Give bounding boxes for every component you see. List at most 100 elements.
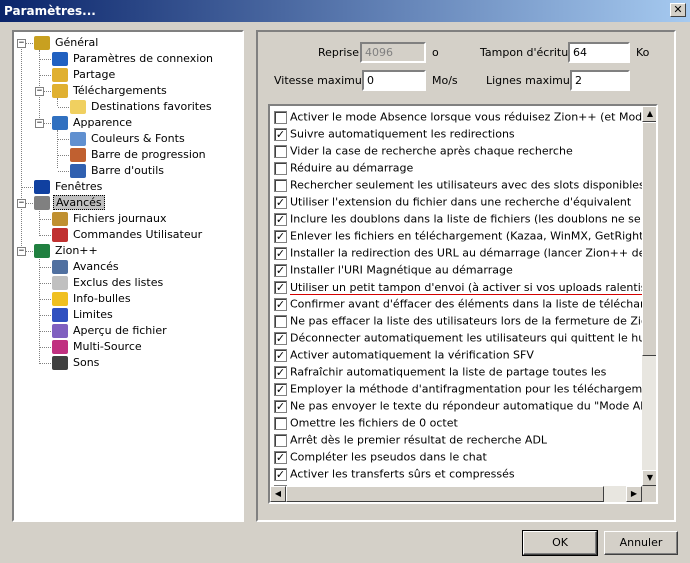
option-checkbox[interactable] (274, 297, 287, 311)
tree-item[interactable]: Barre d'outils (70, 163, 166, 179)
tree-item[interactable]: Fenêtres (34, 179, 104, 195)
tree-item[interactable]: Aperçu de fichier (52, 323, 169, 339)
option-label: Employer la méthode d'antifragmentation … (290, 382, 658, 396)
tree-item[interactable]: Apparence (52, 115, 134, 131)
tree-item[interactable]: Destinations favorites (70, 99, 214, 115)
option-checkbox[interactable] (274, 450, 287, 464)
option-row[interactable]: Inclure les doublons dans la liste de fi… (274, 210, 656, 227)
tree-line (40, 235, 51, 236)
tree-item[interactable]: Fichiers journaux (52, 211, 168, 227)
tree-item[interactable]: Sons (52, 355, 101, 371)
tree-item[interactable]: Général (34, 35, 100, 51)
option-row[interactable]: Vider la case de recherche après chaque … (274, 142, 573, 159)
option-row[interactable]: Utiliser un petit tampon d'envoi (à acti… (274, 278, 656, 295)
option-label: Inclure les doublons dans la liste de fi… (290, 212, 656, 226)
tree-item[interactable]: Avancés (34, 195, 105, 211)
reprise-unit: o (432, 46, 439, 59)
lignes-label: Lignes maximum (486, 74, 581, 87)
tree-item-label: Fichiers journaux (73, 212, 167, 225)
tree-item-label: Paramètres de connexion (73, 52, 214, 65)
option-checkbox[interactable] (274, 467, 287, 481)
option-row[interactable]: Employer la méthode d'antifragmentation … (274, 380, 658, 397)
option-row[interactable]: Activer le mode Absence lorsque vous réd… (274, 108, 656, 125)
tooltip-icon (52, 292, 68, 306)
vertical-scrollbar[interactable]: ▲ ▼ (642, 106, 656, 486)
option-checkbox[interactable] (274, 229, 287, 243)
reprise-label: Reprise (318, 46, 359, 59)
option-row[interactable]: Ne pas envoyer le texte du répondeur aut… (274, 397, 656, 414)
tampon-label: Tampon d'écriture (480, 46, 580, 59)
tree-item[interactable]: Info-bulles (52, 291, 133, 307)
option-checkbox[interactable] (274, 263, 287, 277)
tree-item[interactable]: Avancés (52, 259, 121, 275)
collapse-icon[interactable]: − (17, 247, 26, 256)
tree-line (40, 363, 51, 364)
wrench-icon (52, 228, 68, 242)
option-checkbox[interactable] (274, 110, 287, 124)
tree-item[interactable]: Limites (52, 307, 115, 323)
option-row[interactable]: Ne pas effacer la liste des utilisateurs… (274, 312, 656, 329)
option-row[interactable]: Utiliser l'extension du fichier dans une… (274, 193, 631, 210)
option-row[interactable]: Réduire au démarrage (274, 159, 413, 176)
option-row[interactable]: Suivre automatiquement les redirections (274, 125, 515, 142)
option-checkbox[interactable] (274, 280, 287, 294)
cancel-button[interactable]: Annuler (604, 531, 678, 555)
option-checkbox[interactable] (274, 348, 287, 362)
option-row[interactable]: Omettre les fichiers de 0 octet (274, 414, 458, 431)
option-checkbox[interactable] (274, 144, 287, 158)
vertical-scroll-thumb[interactable] (642, 122, 656, 356)
tree-item[interactable]: Barre de progression (70, 147, 208, 163)
option-row[interactable]: Confirmer avant d'éffacer des éléments d… (274, 295, 656, 312)
tampon-field[interactable]: 64 (568, 42, 630, 63)
scroll-right-icon[interactable]: ▶ (626, 486, 642, 502)
option-row[interactable]: Installer l'URI Magnétique au démarrage (274, 261, 513, 278)
horizontal-scroll-thumb[interactable] (286, 486, 604, 502)
option-checkbox[interactable] (274, 212, 287, 226)
tree-line (58, 155, 69, 156)
option-row[interactable]: Rechercher seulement les utilisateurs av… (274, 176, 656, 193)
vitesse-field[interactable]: 0 (362, 70, 426, 91)
tree-item[interactable]: Commandes Utilisateur (52, 227, 204, 243)
tree-item[interactable]: Exclus des listes (52, 275, 165, 291)
option-row[interactable]: Enlever les fichiers en téléchargement (… (274, 227, 656, 244)
option-row[interactable]: Déconnecter automatiquement les utilisat… (274, 329, 652, 346)
option-checkbox[interactable] (274, 161, 287, 175)
lignes-field[interactable]: 2 (570, 70, 630, 91)
option-row[interactable]: Rafraîchir automatiquement la liste de p… (274, 363, 606, 380)
tree-item[interactable]: Téléchargements (52, 83, 169, 99)
tree-item[interactable]: Paramètres de connexion (52, 51, 215, 67)
scroll-left-icon[interactable]: ◀ (270, 486, 286, 502)
option-checkbox[interactable] (274, 365, 287, 379)
option-checkbox[interactable] (274, 382, 287, 396)
option-checkbox[interactable] (274, 331, 287, 345)
tree-item[interactable]: Partage (52, 67, 117, 83)
collapse-icon[interactable]: − (35, 119, 44, 128)
scroll-down-icon[interactable]: ▼ (642, 470, 656, 486)
option-checkbox[interactable] (274, 195, 287, 209)
tree-item[interactable]: Couleurs & Fonts (70, 131, 187, 147)
tree-item[interactable]: Multi-Source (52, 339, 144, 355)
option-checkbox[interactable] (274, 178, 287, 192)
tree-item[interactable]: Zion++ (34, 243, 100, 259)
option-checkbox[interactable] (274, 416, 287, 430)
option-checkbox[interactable] (274, 433, 287, 447)
scroll-up-icon[interactable]: ▲ (642, 106, 656, 122)
option-label: Activer automatiquement la vérification … (290, 348, 534, 362)
option-checkbox[interactable] (274, 246, 287, 260)
ok-button[interactable]: OK (522, 530, 598, 556)
option-row[interactable]: Arrêt dès le premier résultat de recherc… (274, 431, 547, 448)
option-row[interactable]: Activer les transferts sûrs et compressé… (274, 465, 515, 482)
option-checkbox[interactable] (274, 399, 287, 413)
option-row[interactable]: Installer la redirection des URL au déma… (274, 244, 656, 261)
tree-line (40, 299, 51, 300)
settings-tree[interactable]: − Général Paramètres de connexion Partage − T… (12, 30, 244, 522)
close-icon[interactable]: ✕ (670, 3, 686, 17)
horizontal-scrollbar[interactable]: ◀ ▶ (270, 486, 642, 502)
option-row[interactable]: Compléter les pseudos dans le chat (274, 448, 487, 465)
option-checkbox[interactable] (274, 127, 287, 141)
collapse-icon[interactable]: − (17, 39, 26, 48)
collapse-icon[interactable]: − (35, 87, 44, 96)
option-row[interactable]: Activer automatiquement la vérification … (274, 346, 534, 363)
collapse-icon[interactable]: − (17, 199, 26, 208)
option-checkbox[interactable] (274, 314, 287, 328)
